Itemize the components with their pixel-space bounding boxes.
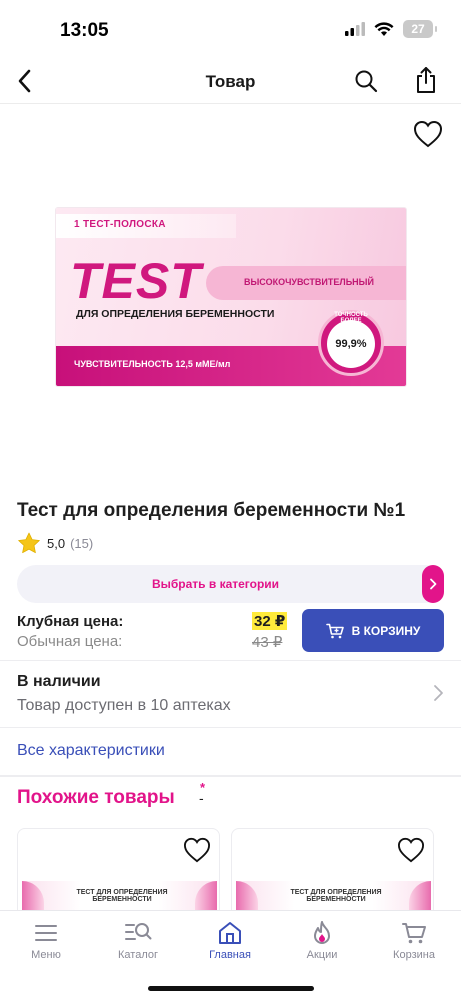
battery-indicator: 27: [403, 20, 437, 38]
catalog-search-icon: [124, 919, 152, 947]
cart-icon: [400, 919, 428, 947]
chevron-right-icon: [434, 685, 443, 701]
tab-promotions[interactable]: Акции: [276, 919, 368, 969]
rating-value: 5,0: [47, 535, 66, 551]
divider: [0, 660, 461, 661]
chevron-right-icon: [430, 578, 437, 590]
cart-plus-icon: [325, 623, 344, 638]
add-to-cart-label: В КОРЗИНУ: [351, 623, 421, 638]
stock-subtitle: Товар доступен в 10 аптеках: [17, 697, 231, 714]
club-price: 32 ₽: [252, 612, 288, 630]
cellular-signal-icon: [345, 22, 365, 36]
regular-price: 43 ₽: [252, 634, 283, 651]
tab-label: Корзина: [393, 949, 435, 961]
status-time: 13:05: [60, 20, 109, 41]
home-indicator: [148, 986, 314, 991]
package-subtitle: ДЛЯ ОПРЕДЕЛЕНИЯ БЕРЕМЕННОСТИ: [76, 308, 275, 320]
package-accuracy-value: 99,9%: [327, 320, 375, 368]
package-band-label: ВЫСОКОЧУВСТВИТЕЛЬНЫЙ: [244, 277, 374, 287]
nav-header: Товар: [0, 58, 461, 104]
tab-catalog[interactable]: Каталог: [92, 919, 184, 969]
search-icon: [355, 70, 378, 93]
tab-label: Каталог: [118, 949, 158, 961]
club-price-label: Клубная цена:: [17, 613, 124, 630]
category-arrow: [422, 565, 444, 603]
product-title: Тест для определения беременности №1: [17, 500, 406, 521]
search-button[interactable]: [351, 66, 381, 96]
tab-cart[interactable]: Корзина: [368, 919, 460, 969]
package-strip-label: 1 ТЕСТ-ПОЛОСКА: [74, 219, 166, 230]
favorite-button[interactable]: [413, 120, 443, 150]
divider: [0, 775, 461, 777]
card-favorite-button[interactable]: [397, 837, 425, 863]
share-button[interactable]: [411, 64, 441, 96]
rating-count: (15): [70, 535, 94, 551]
card-package-text: ТЕСТ ДЛЯ ОПРЕДЕЛЕНИЯ БЕРЕМЕННОСТИ: [76, 889, 168, 903]
tab-menu[interactable]: Меню: [0, 919, 92, 969]
tab-label: Акции: [306, 949, 338, 961]
rating[interactable]: 5,0 (15): [17, 531, 93, 555]
product-image[interactable]: 1 ТЕСТ-ПОЛОСКА ВЫСОКОЧУВСТВИТЕЛЬНЫЙ TEST…: [56, 208, 406, 386]
heart-icon: [397, 837, 425, 863]
flame-icon: [308, 919, 336, 947]
wifi-icon: [374, 21, 394, 36]
home-icon: [216, 919, 244, 947]
tab-label: Главная: [209, 949, 251, 961]
page-title: Товар: [205, 72, 256, 91]
status-icons: 27: [345, 20, 437, 38]
star-icon: [18, 532, 40, 553]
package-sensitivity: ЧУВСТВИТЕЛЬНОСТЬ 12,5 мМЕ/мл: [74, 359, 231, 369]
tab-home[interactable]: Главная: [184, 919, 276, 969]
similar-products-title: Похожие товары: [17, 787, 175, 808]
package-brand: TEST: [70, 253, 202, 309]
similar-footnote-dash: -: [199, 790, 204, 806]
tab-label: Меню: [31, 949, 61, 961]
heart-icon: [183, 837, 211, 863]
menu-icon: [32, 919, 60, 947]
all-specs-link[interactable]: Все характеристики: [17, 742, 165, 760]
choose-category-button[interactable]: Выбрать в категории: [17, 565, 444, 603]
heart-icon: [413, 120, 443, 148]
choose-category-label: Выбрать в категории: [151, 577, 280, 591]
share-icon: [417, 67, 435, 93]
stock-title: В наличии: [17, 673, 101, 690]
card-favorite-button[interactable]: [183, 837, 211, 863]
add-to-cart-button[interactable]: В КОРЗИНУ: [302, 609, 444, 652]
status-bar: 13:05 27: [0, 0, 461, 58]
regular-price-label: Обычная цена:: [17, 633, 123, 650]
divider: [0, 727, 461, 728]
card-package-text: ТЕСТ ДЛЯ ОПРЕДЕЛЕНИЯ БЕРЕМЕННОСТИ: [290, 889, 382, 903]
